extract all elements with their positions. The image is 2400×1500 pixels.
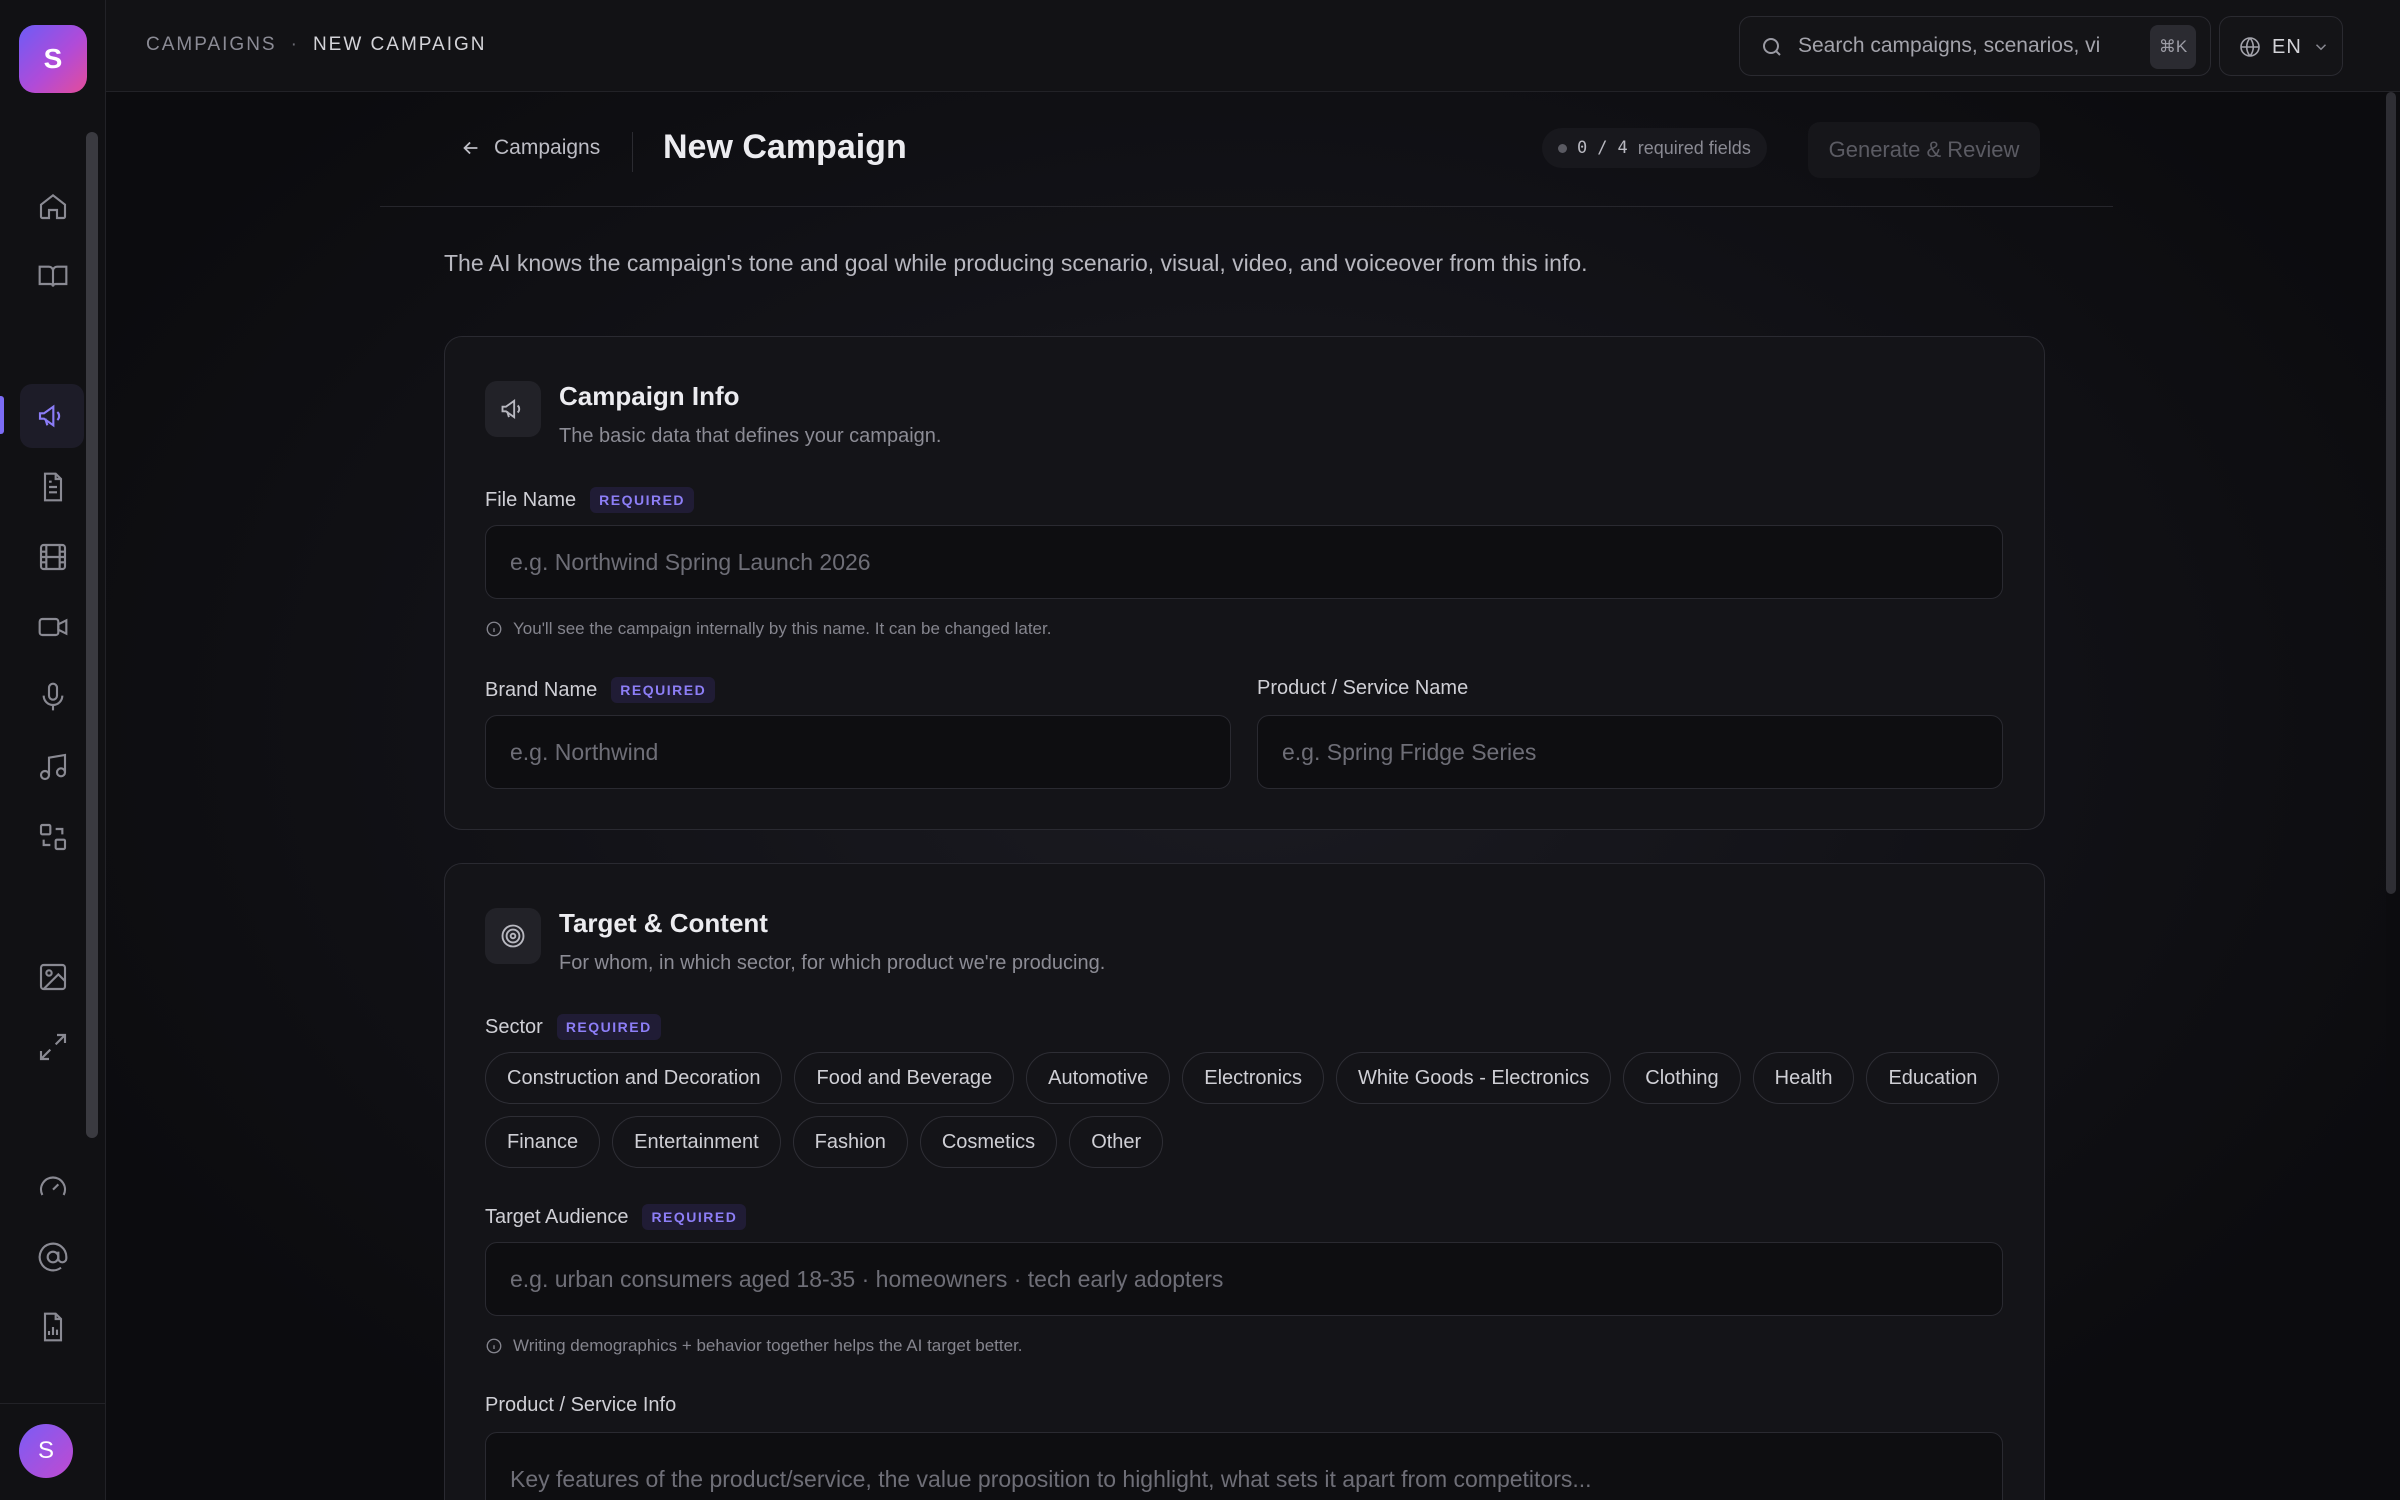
music-note-icon[interactable] <box>30 744 76 790</box>
book-icon[interactable] <box>30 253 76 299</box>
transform-icon[interactable] <box>30 814 76 860</box>
header-divider <box>632 132 633 172</box>
target-audience-hint: Writing demographics + behavior together… <box>485 1336 1023 1356</box>
film-icon[interactable] <box>30 534 76 580</box>
breadcrumb-new-campaign: NEW CAMPAIGN <box>312 34 487 55</box>
page-header: Campaigns New Campaign 0 / 4 required fi… <box>380 92 2113 207</box>
breadcrumb-campaigns[interactable]: CAMPAIGNS <box>146 34 277 56</box>
brand-name-label: Brand Name REQUIRED <box>485 677 716 703</box>
file-name-hint: You'll see the campaign internally by th… <box>485 619 1051 639</box>
back-to-campaigns-link[interactable]: Campaigns <box>460 136 600 160</box>
sector-chip[interactable]: White Goods - Electronics <box>1336 1052 1612 1104</box>
target-audience-hint-text: Writing demographics + behavior together… <box>513 1336 1023 1355</box>
chevron-down-icon <box>2315 44 2327 51</box>
topbar: CAMPAIGNS · NEW CAMPAIGN ⌘K EN <box>106 0 2400 92</box>
product-info-label-text: Product / Service Info <box>485 1394 677 1416</box>
report-icon[interactable] <box>30 1304 76 1350</box>
sector-chip[interactable]: Construction and Decoration <box>485 1052 783 1104</box>
search-input[interactable] <box>1798 29 2120 63</box>
image-icon[interactable] <box>30 954 76 1000</box>
page-scrollbar[interactable] <box>2386 92 2396 894</box>
target-audience-label: Target Audience REQUIRED <box>485 1204 747 1230</box>
info-icon <box>486 1338 502 1354</box>
campaign-info-title: Campaign Info <box>559 381 740 411</box>
sector-chip-group: Construction and Decoration Food and Bev… <box>485 1052 2015 1168</box>
file-name-input[interactable] <box>485 525 2003 599</box>
intro-text: The AI knows the campaign's tone and goa… <box>444 250 1588 276</box>
sector-chip[interactable]: Automotive <box>1026 1052 1171 1104</box>
sector-chip[interactable]: Fashion <box>792 1116 908 1168</box>
breadcrumb: CAMPAIGNS · NEW CAMPAIGN <box>146 34 486 56</box>
target-audience-input[interactable] <box>485 1242 2003 1316</box>
target-content-card: Target & Content For whom, in which sect… <box>444 863 2045 1500</box>
sector-chip[interactable]: Electronics <box>1182 1052 1325 1104</box>
file-name-hint-text: You'll see the campaign internally by th… <box>513 619 1052 638</box>
gauge-icon[interactable] <box>30 1164 76 1210</box>
sector-chip[interactable]: Cosmetics <box>919 1116 1058 1168</box>
required-badge: REQUIRED <box>590 487 695 513</box>
required-count-separator: / <box>1597 138 1608 158</box>
product-name-input[interactable] <box>1257 715 2003 789</box>
brand-name-input[interactable] <box>485 715 1231 789</box>
sidebar-divider <box>0 1403 106 1404</box>
sector-chip[interactable]: Other <box>1069 1116 1164 1168</box>
back-link-label: Campaigns <box>494 136 601 159</box>
sector-chip[interactable]: Clothing <box>1623 1052 1741 1104</box>
app-logo-letter: S <box>43 43 63 74</box>
search-box[interactable]: ⌘K <box>1739 16 2211 76</box>
search-icon <box>1763 38 1781 56</box>
megaphone-icon <box>485 381 541 437</box>
required-total-count: 4 <box>1617 138 1628 158</box>
file-name-label: File Name REQUIRED <box>485 487 695 513</box>
required-badge: REQUIRED <box>556 1014 661 1040</box>
sector-chip[interactable]: Entertainment <box>612 1116 781 1168</box>
required-fields-label: required fields <box>1637 137 1751 158</box>
target-content-subtitle: For whom, in which sector, for which pro… <box>559 952 1106 974</box>
sector-chip[interactable]: Finance <box>485 1116 601 1168</box>
required-badge: REQUIRED <box>642 1204 747 1230</box>
search-shortcut-badge: ⌘K <box>2150 25 2196 69</box>
active-nav-indicator <box>0 396 4 434</box>
file-name-label-text: File Name <box>485 488 577 511</box>
product-name-label: Product / Service Name <box>1257 677 1468 700</box>
status-dot <box>1558 143 1567 153</box>
video-camera-icon[interactable] <box>30 604 76 650</box>
required-done-count: 0 <box>1577 138 1588 158</box>
document-icon[interactable] <box>30 464 76 510</box>
arrow-left-icon <box>463 141 478 155</box>
expand-icon[interactable] <box>30 1024 76 1070</box>
sector-chip[interactable]: Food and Beverage <box>794 1052 1015 1104</box>
target-audience-label-text: Target Audience <box>485 1205 629 1228</box>
user-avatar-initial: S <box>37 1437 54 1464</box>
home-icon[interactable] <box>30 183 76 229</box>
language-label: EN <box>2272 36 2302 58</box>
product-info-textarea[interactable] <box>485 1432 2003 1500</box>
sector-chip[interactable]: Education <box>1866 1052 2000 1104</box>
user-avatar[interactable]: S <box>19 1424 73 1478</box>
megaphone-icon[interactable] <box>20 384 84 448</box>
info-icon <box>486 621 502 637</box>
generate-review-button[interactable]: Generate & Review <box>1808 122 2040 178</box>
campaign-info-subtitle: The basic data that defines your campaig… <box>559 425 942 447</box>
sidebar-scrollbar[interactable] <box>86 132 98 1138</box>
sector-chip[interactable]: Health <box>1752 1052 1855 1104</box>
page-title: New Campaign <box>663 128 907 166</box>
at-sign-icon[interactable] <box>30 1234 76 1280</box>
breadcrumb-separator: · <box>290 34 299 55</box>
app-logo[interactable]: S <box>19 25 87 93</box>
brand-name-label-text: Brand Name <box>485 678 598 701</box>
sidebar: S S <box>0 0 106 1500</box>
globe-icon <box>2240 37 2260 57</box>
required-badge: REQUIRED <box>611 677 716 703</box>
product-info-label: Product / Service Info <box>485 1394 676 1417</box>
campaign-info-card: Campaign Info The basic data that define… <box>444 336 2045 830</box>
sector-label-text: Sector <box>485 1015 543 1038</box>
sector-label: Sector REQUIRED <box>485 1014 661 1040</box>
target-icon <box>485 908 541 964</box>
microphone-icon[interactable] <box>30 674 76 720</box>
required-fields-counter: 0 / 4 required fields <box>1542 128 1767 168</box>
language-selector[interactable]: EN <box>2219 16 2343 76</box>
product-name-label-text: Product / Service Name <box>1257 677 1469 699</box>
target-content-title: Target & Content <box>559 908 768 938</box>
